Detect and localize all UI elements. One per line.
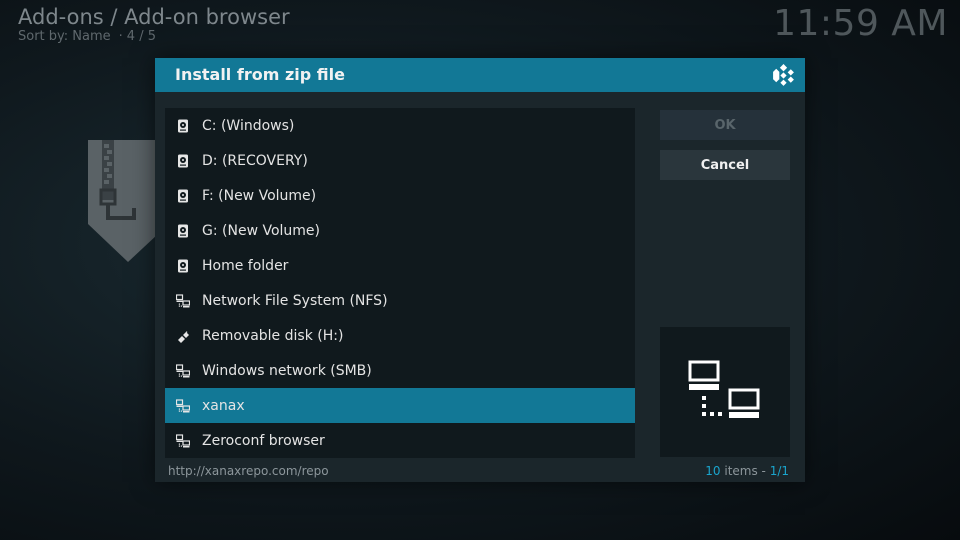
sort-separator: · bbox=[118, 29, 123, 44]
network-icon bbox=[176, 433, 190, 447]
network-icon bbox=[176, 363, 190, 377]
list-item-xanax[interactable]: xanax bbox=[165, 388, 635, 423]
sort-label: Sort by: Name bbox=[18, 29, 111, 44]
preview-thumbnail bbox=[660, 327, 790, 457]
sort-info: Sort by: Name · 4 / 5 bbox=[18, 29, 156, 44]
list-item-smb[interactable]: Windows network (SMB) bbox=[165, 353, 635, 388]
list-item-nfs[interactable]: Network File System (NFS) bbox=[165, 283, 635, 318]
list-item-label: C: (Windows) bbox=[202, 117, 295, 134]
list-item-label: Zeroconf browser bbox=[202, 432, 325, 449]
item-count: 10 items - 1/1 bbox=[705, 464, 789, 478]
harddisk-icon bbox=[178, 189, 188, 202]
ok-button[interactable]: OK bbox=[660, 110, 790, 140]
kodi-logo-icon bbox=[773, 64, 794, 86]
network-icon bbox=[176, 293, 190, 307]
harddisk-icon bbox=[178, 259, 188, 272]
list-item-c-drive[interactable]: C: (Windows) bbox=[165, 108, 635, 143]
list-item-removable-disk[interactable]: Removable disk (H:) bbox=[165, 318, 635, 353]
dialog-title: Install from zip file bbox=[175, 65, 345, 84]
item-count-label: items - bbox=[720, 464, 770, 478]
list-item-g-drive[interactable]: G: (New Volume) bbox=[165, 213, 635, 248]
harddisk-icon bbox=[178, 154, 188, 167]
list-item-label: G: (New Volume) bbox=[202, 222, 320, 239]
page-indicator: 1/1 bbox=[769, 464, 789, 478]
harddisk-icon bbox=[178, 224, 188, 237]
list-item-f-drive[interactable]: F: (New Volume) bbox=[165, 178, 635, 213]
source-list[interactable]: C: (Windows) D: (RECOVERY) F: (New Volum… bbox=[165, 108, 635, 458]
list-item-label: Removable disk (H:) bbox=[202, 327, 344, 344]
harddisk-icon bbox=[178, 119, 188, 132]
list-item-zeroconf[interactable]: Zeroconf browser bbox=[165, 423, 635, 458]
list-item-home-folder[interactable]: Home folder bbox=[165, 248, 635, 283]
cancel-button[interactable]: Cancel bbox=[660, 150, 790, 180]
install-from-zip-dialog: Install from zip file C: (Windows) D: (R… bbox=[155, 58, 805, 482]
list-item-label: F: (New Volume) bbox=[202, 187, 317, 204]
item-position: 4 / 5 bbox=[126, 29, 156, 44]
item-count-number: 10 bbox=[705, 464, 721, 478]
list-item-label: xanax bbox=[202, 397, 245, 414]
usb-icon bbox=[178, 331, 189, 343]
list-item-label: Windows network (SMB) bbox=[202, 362, 372, 379]
breadcrumb: Add-ons / Add-on browser bbox=[18, 5, 290, 29]
list-item-label: D: (RECOVERY) bbox=[202, 152, 308, 169]
network-icon bbox=[688, 360, 760, 418]
dialog-header: Install from zip file bbox=[155, 58, 805, 92]
clock: 11:59 AM bbox=[773, 3, 948, 44]
current-path: http://xanaxrepo.com/repo bbox=[168, 464, 329, 478]
list-item-d-drive[interactable]: D: (RECOVERY) bbox=[165, 143, 635, 178]
network-icon bbox=[176, 398, 190, 412]
list-item-label: Home folder bbox=[202, 257, 289, 274]
zip-addon-icon bbox=[88, 140, 158, 262]
list-item-label: Network File System (NFS) bbox=[202, 292, 388, 309]
